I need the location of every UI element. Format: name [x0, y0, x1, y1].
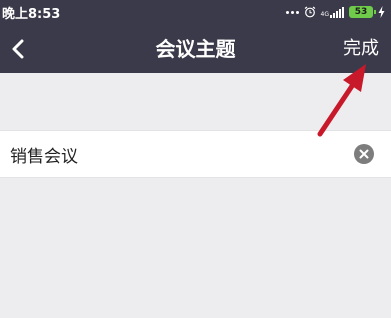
- chevron-left-icon: [12, 39, 24, 59]
- bolt-icon: [378, 6, 385, 18]
- done-button[interactable]: 完成: [343, 25, 379, 73]
- signal-icon: 4G: [320, 6, 344, 18]
- page-title: 会议主题: [155, 37, 236, 61]
- clear-icon: [359, 149, 369, 159]
- more-notifications-icon: [285, 10, 299, 14]
- alarm-icon: [304, 6, 315, 18]
- back-button[interactable]: [0, 25, 36, 73]
- status-bar: 晚上8:53 4G 53: [0, 0, 391, 25]
- battery-level: 53: [354, 7, 368, 17]
- topic-input-row: [0, 130, 391, 178]
- nav-bar: 会议主题 完成: [0, 25, 391, 73]
- status-icons: 4G 53: [285, 3, 385, 21]
- topic-input[interactable]: [10, 131, 340, 177]
- network-type: 4G: [320, 10, 329, 18]
- status-time: 晚上8:53: [2, 7, 61, 22]
- clear-button[interactable]: [354, 144, 374, 164]
- battery-icon: 53: [349, 6, 376, 18]
